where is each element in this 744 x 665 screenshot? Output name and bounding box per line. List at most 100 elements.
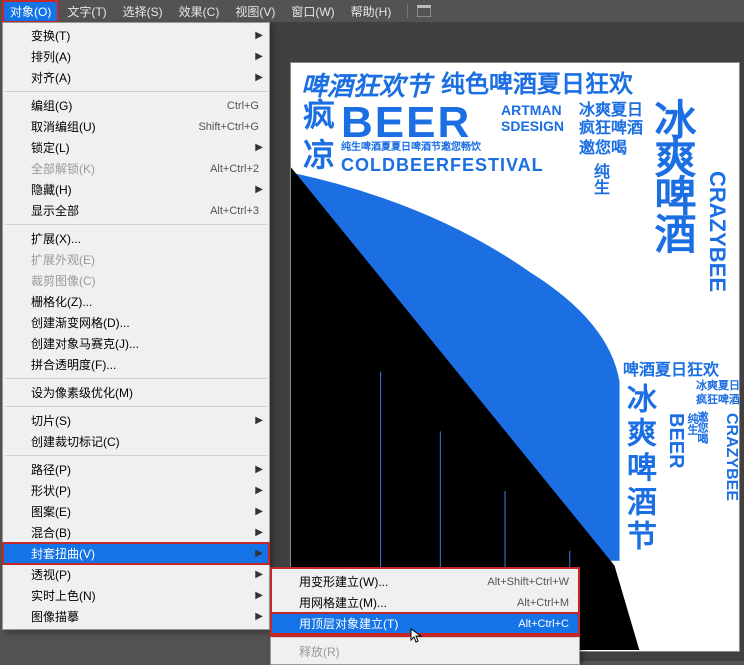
object-menu-item-29[interactable]: 透视(P)▶ — [3, 564, 269, 585]
menu-item-shortcut: Shift+Ctrl+G — [198, 121, 259, 133]
menu-separator — [5, 455, 267, 456]
submenu-arrow-icon: ▶ — [255, 142, 263, 153]
object-menu-item-4[interactable]: 编组(G)Ctrl+G — [3, 95, 269, 116]
menu-item-shortcut: Alt+Ctrl+C — [518, 618, 569, 630]
object-menu-item-21[interactable]: 切片(S)▶ — [3, 410, 269, 431]
menu-item-label: 裁剪图像(C) — [31, 272, 259, 289]
menu-separator — [5, 406, 267, 407]
object-menu-item-12: 扩展外观(E) — [3, 249, 269, 270]
object-menu-item-28[interactable]: 封套扭曲(V)▶ — [3, 543, 269, 564]
mouse-cursor — [410, 628, 426, 644]
object-menu-item-16[interactable]: 创建对象马赛克(J)... — [3, 333, 269, 354]
object-menu: 变换(T)▶排列(A)▶对齐(A)▶编组(G)Ctrl+G取消编组(U)Shif… — [2, 22, 270, 630]
menu-view[interactable]: 视图(V) — [227, 0, 283, 23]
menu-item-label: 拼合透明度(F)... — [31, 356, 259, 373]
menu-help[interactable]: 帮助(H) — [343, 0, 400, 23]
envelope-submenu: 用变形建立(W)...Alt+Shift+Ctrl+W用网格建立(M)...Al… — [270, 568, 580, 665]
artboard: 啤酒狂欢节 纯色啤酒夏日狂欢 疯 凉 BEER ARTMAN SDESIGN 冰… — [290, 62, 740, 652]
menubar-separator — [407, 4, 408, 18]
menu-item-label: 扩展(X)... — [31, 230, 259, 247]
menu-item-label: 路径(P) — [31, 461, 259, 478]
menu-item-label: 显示全部 — [31, 202, 210, 219]
submenu-arrow-icon: ▶ — [255, 72, 263, 83]
menu-item-label: 创建渐变网格(D)... — [31, 314, 259, 331]
menu-item-label: 锁定(L) — [31, 139, 259, 156]
object-menu-item-6[interactable]: 锁定(L)▶ — [3, 137, 269, 158]
menu-object[interactable]: 对象(O) — [2, 0, 59, 23]
submenu-arrow-icon: ▶ — [255, 464, 263, 475]
menu-separator — [5, 91, 267, 92]
object-menu-item-0[interactable]: 变换(T)▶ — [3, 25, 269, 46]
envelope-submenu-item-4: 释放(R) — [271, 641, 579, 662]
submenu-arrow-icon: ▶ — [255, 184, 263, 195]
menu-item-label: 封套扭曲(V) — [31, 545, 259, 562]
menu-item-label: 实时上色(N) — [31, 587, 259, 604]
menu-item-label: 创建对象马赛克(J)... — [31, 335, 259, 352]
menu-item-label: 对齐(A) — [31, 69, 259, 86]
menu-item-label: 释放(R) — [299, 643, 569, 660]
object-menu-item-2[interactable]: 对齐(A)▶ — [3, 67, 269, 88]
menu-item-label: 编组(G) — [31, 97, 227, 114]
menu-item-label: 扩展外观(E) — [31, 251, 259, 268]
menu-item-shortcut: Alt+Shift+Ctrl+W — [487, 576, 569, 588]
object-menu-item-14[interactable]: 栅格化(Z)... — [3, 291, 269, 312]
menu-item-label: 用顶层对象建立(T) — [299, 615, 518, 632]
menu-window[interactable]: 窗口(W) — [283, 0, 342, 23]
menu-item-label: 图案(E) — [31, 503, 259, 520]
object-menu-item-9[interactable]: 显示全部Alt+Ctrl+3 — [3, 200, 269, 221]
object-menu-item-1[interactable]: 排列(A)▶ — [3, 46, 269, 67]
object-menu-item-13: 裁剪图像(C) — [3, 270, 269, 291]
menu-item-label: 取消编组(U) — [31, 118, 198, 135]
menu-item-shortcut: Alt+Ctrl+2 — [210, 163, 259, 175]
object-menu-item-5[interactable]: 取消编组(U)Shift+Ctrl+G — [3, 116, 269, 137]
menu-select[interactable]: 选择(S) — [115, 0, 171, 23]
envelope-submenu-item-0[interactable]: 用变形建立(W)...Alt+Shift+Ctrl+W — [271, 571, 579, 592]
guides — [291, 63, 739, 650]
menu-item-label: 用变形建立(W)... — [299, 573, 487, 590]
submenu-arrow-icon: ▶ — [255, 485, 263, 496]
menu-item-shortcut: Alt+Ctrl+3 — [210, 205, 259, 217]
menu-item-label: 透视(P) — [31, 566, 259, 583]
menu-item-label: 排列(A) — [31, 48, 259, 65]
object-menu-item-26[interactable]: 图案(E)▶ — [3, 501, 269, 522]
object-menu-item-7: 全部解锁(K)Alt+Ctrl+2 — [3, 158, 269, 179]
submenu-arrow-icon: ▶ — [255, 506, 263, 517]
object-menu-item-31[interactable]: 图像描摹▶ — [3, 606, 269, 627]
menubar: 对象(O) 文字(T) 选择(S) 效果(C) 视图(V) 窗口(W) 帮助(H… — [0, 0, 744, 22]
menu-item-label: 变换(T) — [31, 27, 259, 44]
submenu-arrow-icon: ▶ — [255, 527, 263, 538]
object-menu-item-22[interactable]: 创建裁切标记(C) — [3, 431, 269, 452]
workspace-icon[interactable] — [416, 3, 432, 19]
menu-item-label: 栅格化(Z)... — [31, 293, 259, 310]
object-menu-item-19[interactable]: 设为像素级优化(M) — [3, 382, 269, 403]
menu-item-label: 形状(P) — [31, 482, 259, 499]
object-menu-item-8[interactable]: 隐藏(H)▶ — [3, 179, 269, 200]
submenu-arrow-icon: ▶ — [255, 415, 263, 426]
submenu-arrow-icon: ▶ — [255, 30, 263, 41]
menu-item-label: 用网格建立(M)... — [299, 594, 517, 611]
menu-item-label: 创建裁切标记(C) — [31, 433, 259, 450]
envelope-submenu-item-1[interactable]: 用网格建立(M)...Alt+Ctrl+M — [271, 592, 579, 613]
submenu-arrow-icon: ▶ — [255, 611, 263, 622]
submenu-arrow-icon: ▶ — [255, 569, 263, 580]
object-menu-item-25[interactable]: 形状(P)▶ — [3, 480, 269, 501]
menu-item-label: 隐藏(H) — [31, 181, 259, 198]
object-menu-item-30[interactable]: 实时上色(N)▶ — [3, 585, 269, 606]
object-menu-item-27[interactable]: 混合(B)▶ — [3, 522, 269, 543]
submenu-arrow-icon: ▶ — [255, 51, 263, 62]
menu-separator — [5, 224, 267, 225]
menu-separator — [5, 378, 267, 379]
object-menu-item-17[interactable]: 拼合透明度(F)... — [3, 354, 269, 375]
object-menu-item-15[interactable]: 创建渐变网格(D)... — [3, 312, 269, 333]
object-menu-item-24[interactable]: 路径(P)▶ — [3, 459, 269, 480]
menu-item-label: 设为像素级优化(M) — [31, 384, 259, 401]
menu-item-label: 全部解锁(K) — [31, 160, 210, 177]
menu-item-label: 混合(B) — [31, 524, 259, 541]
menu-effect[interactable]: 效果(C) — [171, 0, 228, 23]
menu-item-shortcut: Ctrl+G — [227, 100, 259, 112]
menu-item-label: 切片(S) — [31, 412, 259, 429]
submenu-arrow-icon: ▶ — [255, 590, 263, 601]
menu-type[interactable]: 文字(T) — [59, 0, 114, 23]
submenu-arrow-icon: ▶ — [255, 548, 263, 559]
object-menu-item-11[interactable]: 扩展(X)... — [3, 228, 269, 249]
